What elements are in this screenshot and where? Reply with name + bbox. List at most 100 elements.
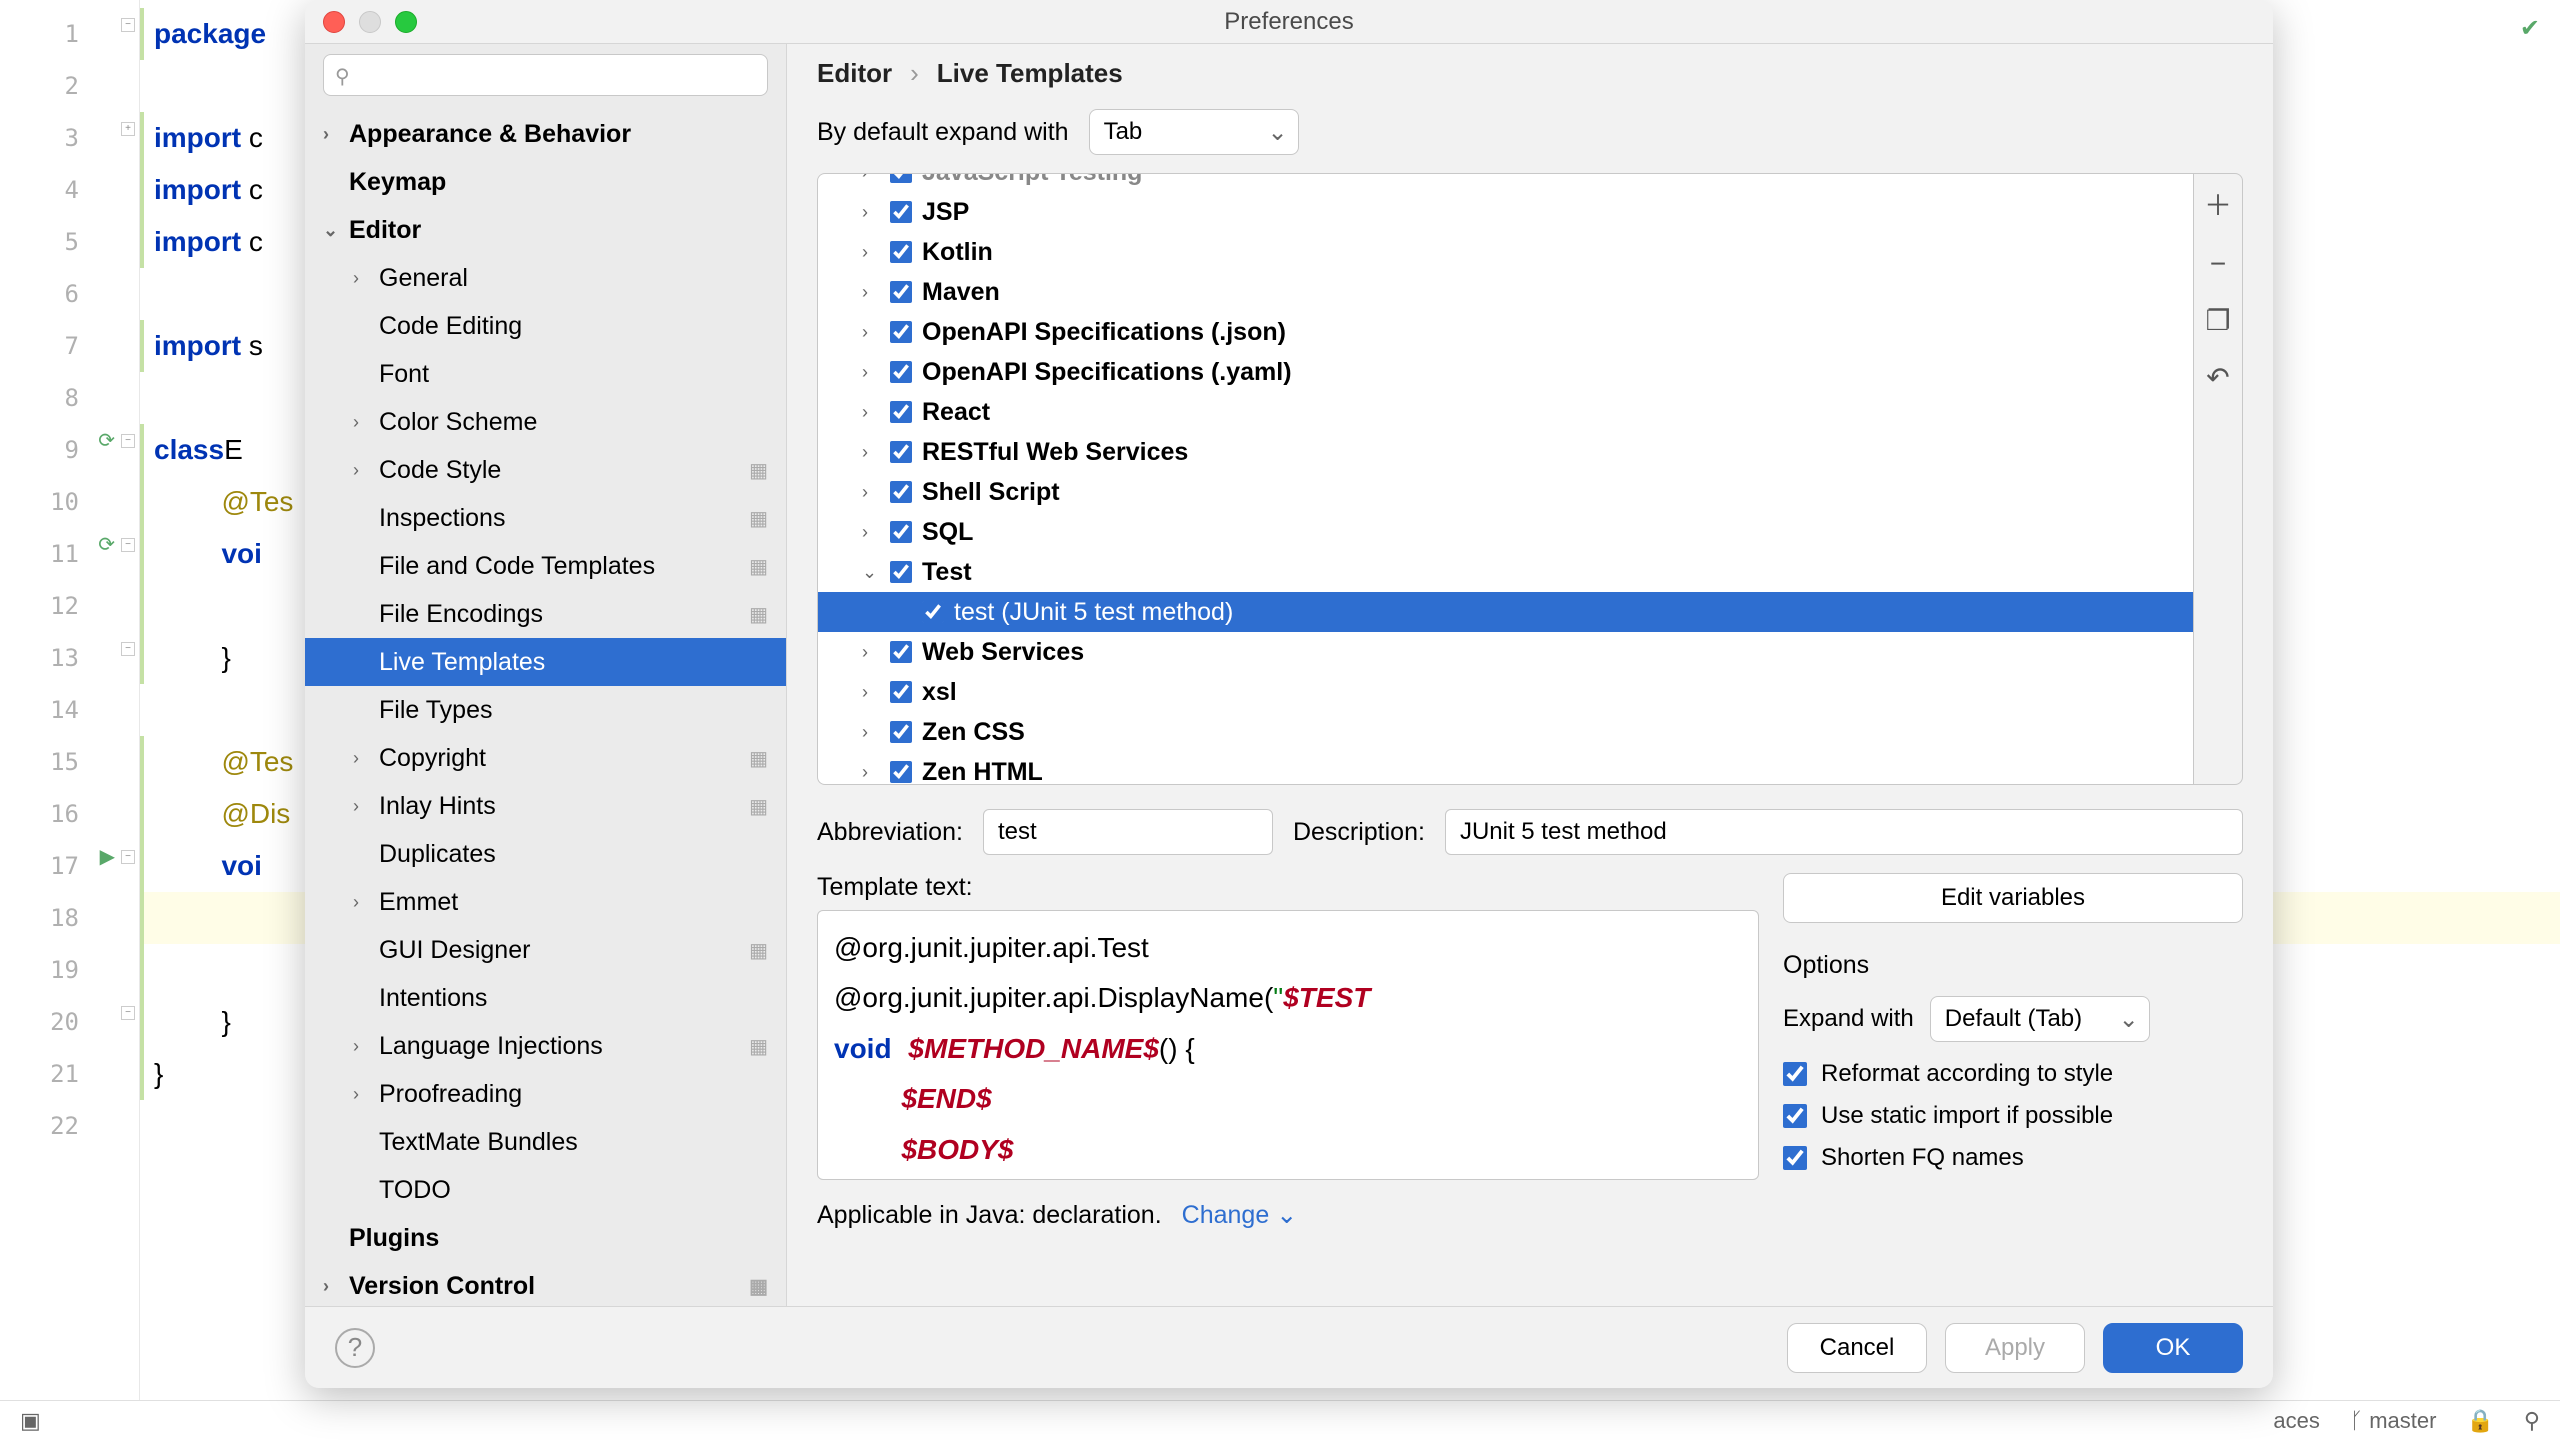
template-item[interactable]: ›Maven	[818, 272, 2193, 312]
rerun-test-icon[interactable]: ⟳	[98, 532, 115, 557]
sidebar-item-code-style[interactable]: Code Style▦	[305, 446, 786, 494]
template-checkbox[interactable]	[890, 641, 912, 663]
inspection-ok-icon[interactable]: ✔	[2520, 14, 2540, 43]
expand-default-combo[interactable]: Tab ⌄	[1089, 109, 1299, 155]
settings-search-input[interactable]	[323, 54, 768, 96]
sidebar-item-keymap[interactable]: Keymap	[305, 158, 786, 206]
sidebar-item-version-control[interactable]: Version Control▦	[305, 1262, 786, 1306]
template-item[interactable]: ›JSP	[818, 192, 2193, 232]
change-context-link[interactable]: Change ⌄	[1182, 1200, 1297, 1230]
duplicate-template-icon[interactable]: ❐	[2205, 304, 2230, 337]
sidebar-item-copyright[interactable]: Copyright▦	[305, 734, 786, 782]
sidebar-item-general[interactable]: General	[305, 254, 786, 302]
template-item[interactable]: test (JUnit 5 test method)	[818, 592, 2193, 632]
description-input[interactable]	[1445, 809, 2243, 855]
template-item[interactable]: ›Kotlin	[818, 232, 2193, 272]
sidebar-item-emmet[interactable]: Emmet	[305, 878, 786, 926]
fold-toggle-icon[interactable]: −	[121, 538, 135, 552]
edit-variables-button[interactable]: Edit variables	[1783, 873, 2243, 923]
help-button[interactable]: ?	[335, 1328, 375, 1368]
fold-toggle-icon[interactable]: +	[121, 122, 135, 136]
add-template-icon[interactable]: ＋	[2204, 184, 2232, 224]
remove-template-icon[interactable]: −	[2210, 248, 2226, 280]
template-checkbox[interactable]	[890, 361, 912, 383]
tool-window-icon[interactable]: ▣	[20, 1408, 41, 1434]
template-checkbox[interactable]	[890, 321, 912, 343]
sidebar-item-textmate-bundles[interactable]: TextMate Bundles	[305, 1118, 786, 1166]
template-checkbox[interactable]	[890, 561, 912, 583]
run-test-icon[interactable]: ▶	[100, 844, 115, 869]
template-item[interactable]: ›OpenAPI Specifications (.json)	[818, 312, 2193, 352]
template-checkbox[interactable]	[890, 173, 912, 183]
undo-icon[interactable]: ↶	[2206, 361, 2229, 394]
sidebar-item-inlay-hints[interactable]: Inlay Hints▦	[305, 782, 786, 830]
sidebar-item-intentions[interactable]: Intentions	[305, 974, 786, 1022]
zoom-window-icon[interactable]	[395, 11, 417, 33]
abbreviation-input[interactable]	[983, 809, 1273, 855]
template-checkbox[interactable]	[890, 441, 912, 463]
git-branch[interactable]: ᚴ master	[2350, 1408, 2437, 1434]
template-item[interactable]: ›JavaScript Testing	[818, 173, 2193, 192]
sidebar-item-color-scheme[interactable]: Color Scheme	[305, 398, 786, 446]
sidebar-item-duplicates[interactable]: Duplicates	[305, 830, 786, 878]
sidebar-item-inspections[interactable]: Inspections▦	[305, 494, 786, 542]
expand-with-combo[interactable]: Default (Tab) ⌄	[1930, 996, 2150, 1042]
rerun-test-icon[interactable]: ⟳	[98, 428, 115, 453]
sidebar-item-gui-designer[interactable]: GUI Designer▦	[305, 926, 786, 974]
template-item[interactable]: ›Web Services	[818, 632, 2193, 672]
template-checkbox[interactable]	[890, 521, 912, 543]
sidebar-item-todo[interactable]: TODO	[305, 1166, 786, 1214]
settings-tree[interactable]: Appearance & BehaviorKeymapEditorGeneral…	[305, 110, 786, 1306]
sidebar-item-plugins[interactable]: Plugins	[305, 1214, 786, 1262]
search-icon[interactable]: ⚲	[2524, 1408, 2540, 1434]
fold-toggle-icon[interactable]: −	[121, 434, 135, 448]
apply-button[interactable]: Apply	[1945, 1323, 2085, 1373]
sidebar-item-file-and-code-templates[interactable]: File and Code Templates▦	[305, 542, 786, 590]
breadcrumb-editor[interactable]: Editor	[817, 58, 892, 89]
templates-tree[interactable]: ›JavaScript Testing›JSP›Kotlin›Maven›Ope…	[817, 173, 2193, 785]
template-item[interactable]: ›React	[818, 392, 2193, 432]
fold-toggle-icon[interactable]: −	[121, 850, 135, 864]
template-item[interactable]: ›OpenAPI Specifications (.yaml)	[818, 352, 2193, 392]
sidebar-item-appearance-behavior[interactable]: Appearance & Behavior	[305, 110, 786, 158]
close-window-icon[interactable]	[323, 11, 345, 33]
sidebar-item-file-types[interactable]: File Types	[305, 686, 786, 734]
template-item[interactable]: ›xsl	[818, 672, 2193, 712]
template-checkbox[interactable]	[890, 241, 912, 263]
status-spaces[interactable]: aces	[2273, 1408, 2319, 1434]
template-item[interactable]: ⌄Test	[818, 552, 2193, 592]
template-item[interactable]: ›RESTful Web Services	[818, 432, 2193, 472]
lock-icon[interactable]: 🔒	[2466, 1408, 2493, 1434]
option-static-import-checkbox[interactable]	[1783, 1104, 1807, 1128]
template-item[interactable]: ›Zen CSS	[818, 712, 2193, 752]
template-checkbox[interactable]	[890, 201, 912, 223]
template-checkbox[interactable]	[890, 761, 912, 783]
sidebar-item-font[interactable]: Font	[305, 350, 786, 398]
sidebar-item-code-editing[interactable]: Code Editing	[305, 302, 786, 350]
option-reformat-checkbox[interactable]	[1783, 1062, 1807, 1086]
option-shorten-fq[interactable]: Shorten FQ names	[1783, 1144, 2243, 1172]
template-checkbox[interactable]	[890, 481, 912, 503]
fold-toggle-icon[interactable]: −	[121, 1006, 135, 1020]
ok-button[interactable]: OK	[2103, 1323, 2243, 1373]
template-checkbox[interactable]	[890, 721, 912, 743]
sidebar-item-editor[interactable]: Editor	[305, 206, 786, 254]
sidebar-item-file-encodings[interactable]: File Encodings▦	[305, 590, 786, 638]
template-checkbox[interactable]	[890, 681, 912, 703]
sidebar-item-live-templates[interactable]: Live Templates	[305, 638, 786, 686]
template-item[interactable]: ›Zen HTML	[818, 752, 2193, 785]
fold-toggle-icon[interactable]: −	[121, 18, 135, 32]
template-checkbox[interactable]	[890, 401, 912, 423]
option-reformat[interactable]: Reformat according to style	[1783, 1060, 2243, 1088]
fold-toggle-icon[interactable]: −	[121, 642, 135, 656]
option-shorten-fq-checkbox[interactable]	[1783, 1146, 1807, 1170]
sidebar-item-language-injections[interactable]: Language Injections▦	[305, 1022, 786, 1070]
template-item[interactable]: ›SQL	[818, 512, 2193, 552]
cancel-button[interactable]: Cancel	[1787, 1323, 1927, 1373]
option-static-import[interactable]: Use static import if possible	[1783, 1102, 2243, 1130]
sidebar-item-proofreading[interactable]: Proofreading	[305, 1070, 786, 1118]
template-item[interactable]: ›Shell Script	[818, 472, 2193, 512]
template-checkbox[interactable]	[922, 601, 944, 623]
template-checkbox[interactable]	[890, 281, 912, 303]
template-text-editor[interactable]: @org.junit.jupiter.api.Test @org.junit.j…	[817, 910, 1759, 1180]
